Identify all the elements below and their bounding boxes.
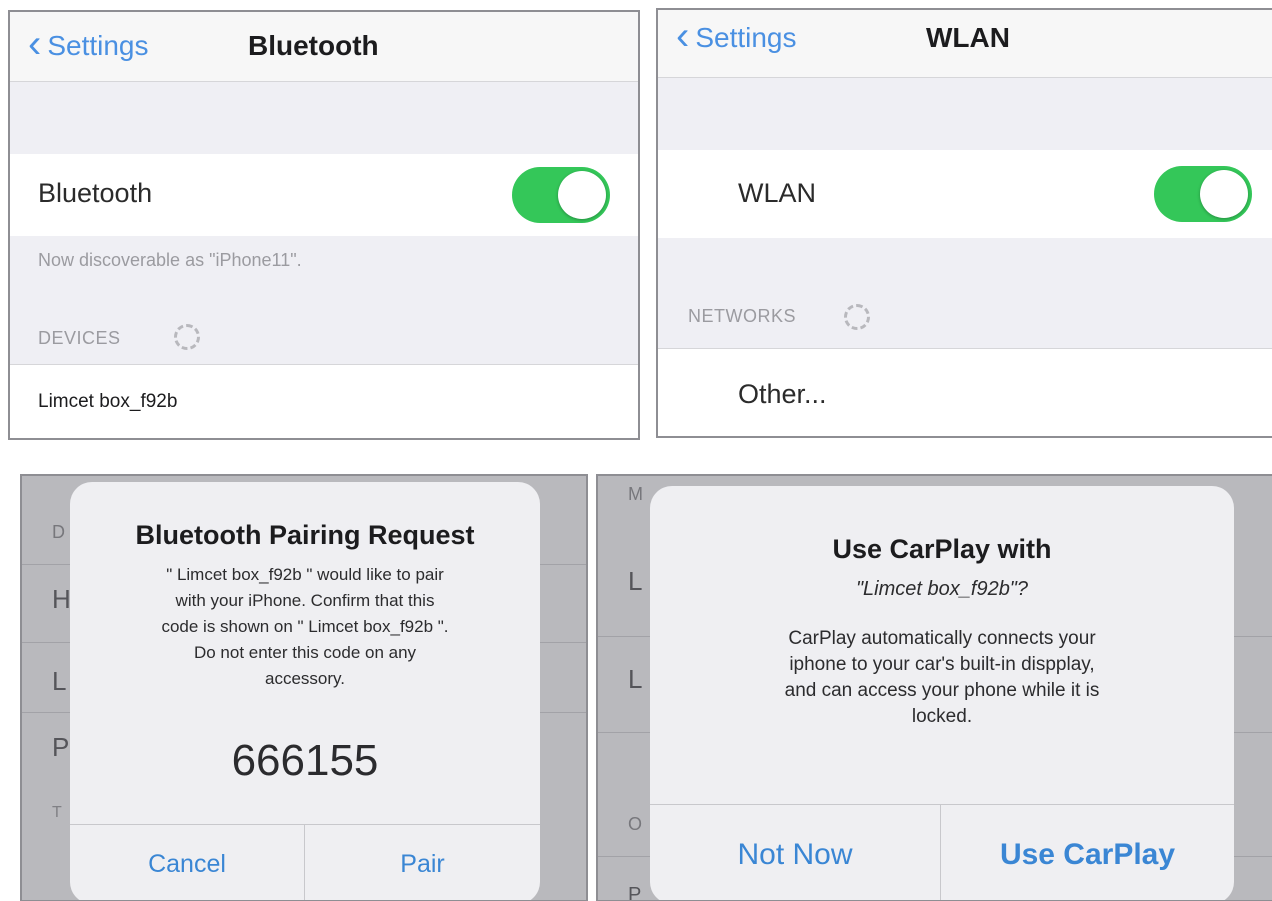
wlan-toggle-switch[interactable] bbox=[1154, 166, 1252, 222]
devices-section-header: DEVICES bbox=[38, 328, 121, 348]
back-label: Settings bbox=[695, 22, 797, 53]
discoverable-caption: Now discoverable as "iPhone11". bbox=[38, 250, 302, 270]
message-line: CarPlay automatically connects your bbox=[788, 628, 1096, 649]
wlan-toggle-row: WLAN bbox=[658, 150, 1272, 238]
message-line: Do not enter this code on any bbox=[193, 643, 417, 662]
button-divider bbox=[650, 804, 1234, 805]
not-now-button[interactable]: Not Now bbox=[650, 838, 940, 872]
other-network-label: Other... bbox=[738, 379, 827, 409]
bluetooth-toggle-switch[interactable] bbox=[512, 167, 610, 223]
page-title: Bluetooth bbox=[248, 30, 379, 61]
cancel-button[interactable]: Cancel bbox=[70, 850, 304, 879]
networks-section-header: NETWORKS bbox=[688, 306, 797, 326]
device-row[interactable]: Limcet box_f92b bbox=[10, 364, 638, 438]
pairing-code: 666155 bbox=[231, 736, 379, 785]
background-row-letter: H bbox=[52, 584, 71, 614]
message-line: " Limcet box_f92b " would like to pair bbox=[166, 565, 444, 584]
message-line: with your iPhone. Confirm that this bbox=[175, 591, 435, 610]
pairing-alert-message: " Limcet box_f92b " would like to pair w… bbox=[90, 562, 520, 692]
back-button[interactable]: ‹ Settings bbox=[28, 22, 149, 66]
background-row-letter: M bbox=[628, 484, 643, 504]
bluetooth-settings-panel: ‹ Settings Bluetooth Bluetooth Now disco… bbox=[8, 10, 640, 440]
background-row-letter: O bbox=[628, 814, 643, 834]
toggle-knob bbox=[558, 171, 606, 219]
use-carplay-button[interactable]: Use CarPlay bbox=[941, 838, 1234, 872]
message-line: iphone to your car's built-in dispplay, bbox=[789, 654, 1095, 675]
chevron-left-icon: ‹ bbox=[28, 22, 42, 66]
background-row-letter: P bbox=[52, 732, 70, 762]
button-divider bbox=[70, 824, 540, 825]
carplay-device-name: "Limcet box_f92b"? bbox=[855, 578, 1029, 600]
background-row-letter: L bbox=[52, 666, 67, 696]
background-row-letter: D bbox=[52, 522, 65, 542]
message-line: accessory. bbox=[265, 669, 345, 688]
navigation-bar: ‹ Settings WLAN bbox=[658, 10, 1272, 78]
pairing-alert-dialog: Bluetooth Pairing Request " Limcet box_f… bbox=[70, 482, 540, 900]
chevron-left-icon: ‹ bbox=[676, 14, 690, 58]
back-button[interactable]: ‹ Settings bbox=[676, 14, 797, 58]
page-title: WLAN bbox=[926, 22, 1010, 53]
wlan-toggle-label: WLAN bbox=[738, 178, 817, 208]
back-label: Settings bbox=[47, 30, 149, 61]
bluetooth-toggle-row: Bluetooth bbox=[10, 154, 638, 236]
loading-spinner-icon bbox=[844, 304, 870, 330]
carplay-alert-title: Use CarPlay with bbox=[832, 534, 1052, 564]
background-row-letter: T bbox=[52, 804, 62, 821]
wlan-settings-panel: ‹ Settings WLAN WLAN NETWORKS Other... bbox=[656, 8, 1272, 438]
pairing-dimmed-background: D H L P T Bluetooth Pairing Request " Li… bbox=[20, 474, 588, 901]
background-row-letter: L bbox=[628, 566, 643, 596]
loading-spinner-icon bbox=[174, 324, 200, 350]
pairing-alert-title: Bluetooth Pairing Request bbox=[135, 520, 475, 550]
carplay-alert-dialog: Use CarPlay with "Limcet box_f92b"? CarP… bbox=[650, 486, 1234, 900]
device-name: Limcet box_f92b bbox=[38, 391, 178, 412]
background-row-letter: L bbox=[628, 664, 643, 694]
message-line: code is shown on " Limcet box_f92b ". bbox=[161, 617, 449, 636]
other-network-row[interactable]: Other... bbox=[658, 348, 1272, 436]
toggle-knob bbox=[1200, 170, 1248, 218]
background-row-letter: P bbox=[628, 884, 642, 901]
bluetooth-toggle-label: Bluetooth bbox=[38, 178, 153, 208]
carplay-dimmed-background: M L L O P Use CarPlay with "Limcet box_f… bbox=[596, 474, 1272, 901]
message-line: locked. bbox=[911, 706, 973, 727]
navigation-bar: ‹ Settings Bluetooth bbox=[10, 12, 638, 82]
message-line: and can access your phone while it is bbox=[784, 680, 1100, 701]
pair-button[interactable]: Pair bbox=[305, 850, 540, 879]
carplay-alert-message: CarPlay automatically connects your ipho… bbox=[674, 626, 1210, 730]
